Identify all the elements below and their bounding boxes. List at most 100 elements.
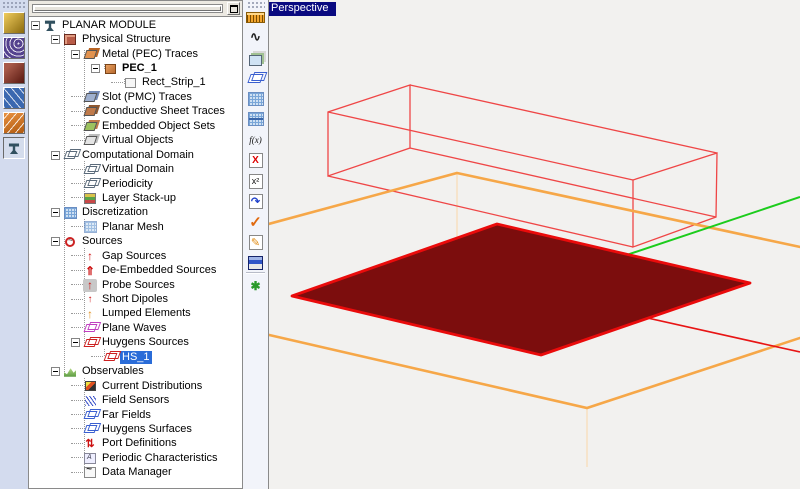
ruler-icon[interactable]	[245, 7, 266, 27]
current-distributions-icon	[83, 380, 97, 393]
module-toolbar	[0, 0, 29, 489]
tree-item-rect-strip-1[interactable]: Rect_Strip_1	[29, 76, 242, 90]
tree-item-virtual-objects[interactable]: Virtual Objects	[29, 134, 242, 148]
port-definitions-icon	[83, 437, 97, 450]
expand-toggle[interactable]	[51, 237, 60, 246]
slot-pmc-traces-icon	[83, 91, 97, 104]
metal-patch-rect-strip[interactable]	[292, 224, 750, 355]
tree-item-layer-stack-up[interactable]: Layer Stack-up	[29, 191, 242, 205]
domain-box-icon[interactable]	[245, 68, 266, 88]
tree-item-slot-pmc-traces[interactable]: Slot (PMC) Traces	[29, 90, 242, 104]
pec-1-icon	[103, 62, 117, 75]
tree-item-pec-1[interactable]: PEC_1	[29, 61, 242, 75]
probe-sources-icon	[83, 279, 97, 292]
tree-item-field-sensors[interactable]: Field Sensors	[29, 393, 242, 407]
metal-pec-traces-icon	[83, 48, 97, 61]
tree-item-hs-1[interactable]: HS_1	[29, 350, 242, 364]
new-icon[interactable]	[245, 276, 266, 296]
virtual-objects-icon	[83, 134, 97, 147]
gold-module-icon[interactable]	[3, 12, 25, 34]
expand-toggle[interactable]	[31, 21, 40, 30]
tree-item-computational-domain[interactable]: Computational Domain	[29, 148, 242, 162]
tree-item-sources[interactable]: Sources	[29, 235, 242, 249]
lumped-elements-icon	[83, 307, 97, 320]
project-tree-panel: PLANAR MODULE Physical Structure Metal (…	[28, 0, 243, 489]
observables-icon	[63, 365, 77, 378]
tree-item-conductive-sheet-traces[interactable]: Conductive Sheet Traces	[29, 105, 242, 119]
planar-module-window: PLANAR MODULE Physical Structure Metal (…	[0, 0, 800, 489]
tree-item-metal-pec-traces[interactable]: Metal (PEC) Traces	[29, 47, 242, 61]
blue-module-icon[interactable]	[3, 87, 25, 109]
toolbar-separator	[246, 272, 265, 273]
discretization-icon	[63, 206, 77, 219]
huygens-surfaces-icon	[83, 423, 97, 436]
periodic-characteristics-icon	[83, 452, 97, 465]
tree-item-periodicity[interactable]: Periodicity	[29, 177, 242, 191]
save-icon[interactable]	[245, 253, 266, 273]
rect-strip-icon	[123, 76, 137, 89]
tree-item-huygens-sources[interactable]: Huygens Sources	[29, 336, 242, 350]
delete-x-icon[interactable]	[245, 150, 266, 170]
tree-item-embedded-object-sets[interactable]: Embedded Object Sets	[29, 119, 242, 133]
tree-item-periodic-characteristics[interactable]: Periodic Characteristics	[29, 451, 242, 465]
expand-toggle[interactable]	[91, 64, 100, 73]
layer-stackup-icon	[83, 192, 97, 205]
physical-structure-icon	[63, 33, 77, 46]
expand-toggle[interactable]	[71, 50, 80, 59]
tree-item-gap-sources[interactable]: Gap Sources	[29, 249, 242, 263]
tree-item-port-definitions[interactable]: Port Definitions	[29, 437, 242, 451]
tree-item-discretization[interactable]: Discretization	[29, 206, 242, 220]
mesh-lines-icon[interactable]	[245, 109, 266, 129]
planar-module-root-icon	[43, 19, 57, 32]
tree-item-virtual-domain[interactable]: Virtual Domain	[29, 162, 242, 176]
tree-item-observables[interactable]: Observables	[29, 365, 242, 379]
x-squared-icon[interactable]	[245, 171, 266, 191]
virtual-domain-icon	[83, 163, 97, 176]
tree-item-plane-waves[interactable]: Plane Waves	[29, 321, 242, 335]
restore-icon	[230, 5, 238, 13]
panel-restore-button[interactable]	[227, 2, 240, 15]
layers-icon[interactable]	[245, 48, 266, 68]
viewport-label: Perspective	[269, 2, 336, 16]
tree-hscrollbar-thumb[interactable]	[34, 6, 221, 11]
transfer-icon[interactable]	[245, 191, 266, 211]
huygens-sources-icon	[83, 336, 97, 349]
tree-hscrollbar[interactable]	[32, 4, 223, 13]
expand-toggle[interactable]	[71, 338, 80, 347]
tree-item-short-dipoles[interactable]: Short Dipoles	[29, 292, 242, 306]
tree-item-probe-sources[interactable]: Probe Sources	[29, 278, 242, 292]
tree-item-planar-mesh[interactable]: Planar Mesh	[29, 220, 242, 234]
purple-module-icon[interactable]	[3, 37, 25, 59]
expand-toggle[interactable]	[51, 151, 60, 160]
tree-item-physical-structure[interactable]: Physical Structure	[29, 32, 242, 46]
expand-toggle[interactable]	[51, 35, 60, 44]
expand-toggle[interactable]	[51, 367, 60, 376]
scene-canvas[interactable]	[269, 0, 800, 489]
mesh-icon[interactable]	[245, 89, 266, 109]
check-icon[interactable]	[245, 212, 266, 232]
edit-icon[interactable]	[245, 232, 266, 252]
plane-waves-icon	[83, 322, 97, 335]
planar-module-icon[interactable]	[3, 137, 25, 159]
periodicity-icon	[83, 178, 97, 191]
tree-item-current-distributions[interactable]: Current Distributions	[29, 379, 242, 393]
tree-item-planar-module[interactable]: PLANAR MODULE	[29, 18, 242, 32]
planar-mesh-icon	[83, 221, 97, 234]
curve-icon[interactable]	[245, 27, 266, 47]
maroon-module-icon[interactable]	[3, 62, 25, 84]
tree-item-data-manager[interactable]: Data Manager	[29, 466, 242, 480]
data-manager-icon	[83, 466, 97, 479]
project-tree: PLANAR MODULE Physical Structure Metal (…	[29, 16, 242, 488]
expand-toggle[interactable]	[51, 208, 60, 217]
viewport-3d[interactable]: Perspective	[268, 0, 800, 489]
tree-item-de-embedded-sources[interactable]: De-Embedded Sources	[29, 263, 242, 277]
field-sensors-icon	[83, 394, 97, 407]
toolbar-grip[interactable]	[2, 1, 26, 8]
orange-module-icon[interactable]	[3, 112, 25, 134]
tree-item-far-fields[interactable]: Far Fields	[29, 408, 242, 422]
tree-item-huygens-surfaces[interactable]: Huygens Surfaces	[29, 422, 242, 436]
de-embedded-sources-icon	[83, 264, 97, 277]
function-fx-icon[interactable]	[245, 130, 266, 150]
tree-item-lumped-elements[interactable]: Lumped Elements	[29, 307, 242, 321]
huygens-source-hs1-icon	[103, 351, 117, 364]
